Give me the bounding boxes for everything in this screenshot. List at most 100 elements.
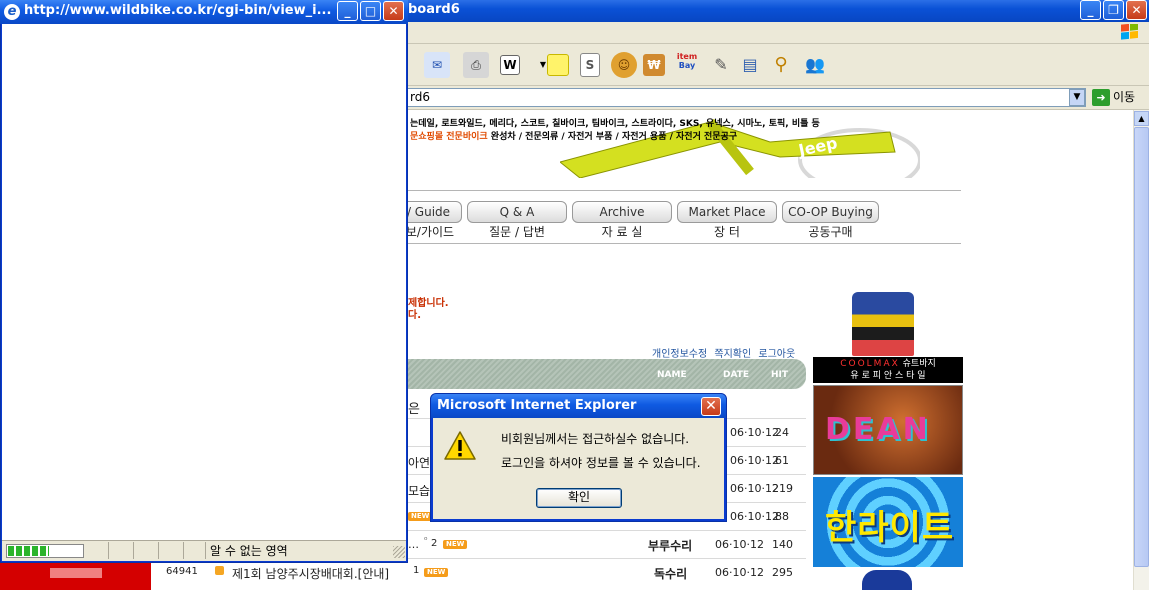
row-date: 06·10·12: [730, 426, 779, 439]
divider: [406, 190, 961, 191]
address-dropdown-button[interactable]: ▼: [1069, 89, 1085, 106]
nav-guide-sub[interactable]: 보/가이드: [400, 223, 460, 240]
row-date: 06·10·12: [715, 566, 764, 579]
row-title[interactable]: …: [408, 538, 419, 551]
row-date: 06·10·12: [730, 454, 779, 467]
popup-maximize-button[interactable]: □: [360, 1, 381, 21]
row-hit: 24: [775, 426, 789, 439]
coolmax-ad[interactable]: COOLMAX 슈트바지 유 로 피 안 스 타 일: [813, 357, 963, 383]
alert-message-line-1: 비회원님께서는 접근하실수 없습니다.: [501, 432, 690, 446]
main-window-title: board6: [408, 2, 460, 17]
row-title[interactable]: 은: [408, 398, 420, 417]
row-author[interactable]: 부루수리: [648, 537, 692, 554]
alert-close-button[interactable]: ✕: [701, 397, 721, 416]
windows-logo-icon: [1121, 24, 1138, 40]
header-name: NAME: [657, 370, 687, 380]
nav-archive-button[interactable]: Archive: [572, 201, 672, 223]
nav-archive-sub[interactable]: 자 료 실: [572, 223, 672, 240]
coolmax-sub: 유 로 피 안 스 타 일: [850, 371, 926, 381]
go-button[interactable]: ➜ 이동: [1092, 88, 1146, 107]
row-divider: [406, 530, 806, 531]
alert-title: Microsoft Internet Explorer: [437, 398, 637, 413]
bottom-ad-image[interactable]: [862, 570, 912, 590]
warning-icon: [444, 431, 476, 460]
nav-market-sub[interactable]: 장 터: [677, 223, 777, 240]
row-title[interactable]: 모습: [408, 482, 430, 499]
popup-content: [2, 24, 406, 540]
status-separator: [205, 542, 206, 559]
nav-coop-button[interactable]: CO-OP Buying: [782, 201, 879, 223]
post-icon: [215, 566, 224, 575]
status-separator: [183, 542, 184, 559]
security-zone-text: 알 수 없는 영역: [210, 544, 288, 558]
won-icon[interactable]: ₩: [643, 54, 665, 76]
popup-close-button[interactable]: ✕: [383, 1, 404, 21]
status-separator: [133, 542, 134, 559]
coolmax-brand: COOLMAX: [840, 359, 900, 369]
popup-minimize-button[interactable]: _: [337, 1, 358, 21]
go-arrow-icon: ➜: [1092, 89, 1110, 106]
close-button[interactable]: ✕: [1126, 0, 1147, 20]
popup-title: http://www.wildbike.co.kr/cgi-bin/view_i…: [24, 3, 332, 18]
row-hit: 88: [775, 510, 789, 523]
row-hit: 295: [772, 566, 793, 579]
nav-coop-sub[interactable]: 공동구매: [782, 223, 879, 240]
dean-ad-logo: DEAN: [825, 412, 931, 447]
banner-category-text: 완성차 / 전문의류 / 자전거 부품 / 자전거 용품 / 자전거 전문공구: [487, 132, 738, 142]
nav-qna-sub[interactable]: 질문 / 답변: [467, 223, 567, 240]
row-date: 06·10·12: [730, 510, 779, 523]
banner-shop-label: 문쇼핑몰 전문바이크: [410, 132, 488, 142]
row-hit: 140: [772, 538, 793, 551]
header-hit: HIT: [771, 370, 789, 380]
progress-bar: [6, 544, 84, 558]
pen-icon[interactable]: ✎: [708, 52, 734, 78]
nav-market-button[interactable]: Market Place: [677, 201, 777, 223]
new-badge: NEW: [443, 540, 468, 549]
address-input[interactable]: rd6: [406, 88, 1086, 107]
messenger-icon[interactable]: 👥: [802, 52, 828, 78]
notice-line-2: 다.: [408, 310, 421, 321]
row-hit: 219: [772, 482, 793, 495]
scroll-thumb[interactable]: [1134, 127, 1149, 567]
minimize-button[interactable]: _: [1080, 0, 1101, 20]
svg-text:Jeep: Jeep: [796, 133, 839, 160]
banner-category-list: 문쇼핑몰 전문바이크 완성차 / 전문의류 / 자전거 부품 / 자전거 용품 …: [410, 129, 737, 142]
resize-grip[interactable]: [393, 546, 405, 558]
row-comments: 2: [431, 538, 438, 549]
s-document-icon[interactable]: S: [580, 53, 600, 77]
row-author[interactable]: 독수리: [654, 565, 687, 582]
itembay-icon[interactable]: item Bay: [674, 52, 700, 78]
go-label: 이동: [1113, 90, 1136, 104]
red-banner-inner: [50, 568, 102, 578]
nav-qna-button[interactable]: Q & A: [467, 201, 567, 223]
comment-icon: ᵒ: [424, 536, 428, 546]
header-date: DATE: [723, 370, 750, 380]
progress-fill: [8, 546, 49, 556]
row-divider: [406, 558, 806, 559]
new-badge: NEW: [424, 568, 449, 577]
word-icon[interactable]: W: [500, 55, 520, 75]
rider-ad-image[interactable]: [852, 292, 914, 356]
row-number: 64941: [166, 566, 198, 577]
ie-icon: e: [4, 4, 20, 20]
mail-icon[interactable]: ✉: [424, 52, 450, 78]
ok-button[interactable]: 확인: [536, 488, 622, 508]
print-icon[interactable]: ⎙: [463, 52, 489, 78]
status-separator: [158, 542, 159, 559]
banner-brand-list: 는데일, 로트와일드, 메리다, 스코트, 칠바이크, 팀바이크, 스트라이다,…: [410, 119, 820, 129]
restore-button[interactable]: ❐: [1103, 0, 1124, 20]
monkey-icon[interactable]: ☺: [611, 52, 637, 78]
new-badge: NEW: [408, 512, 433, 521]
scroll-up-button[interactable]: ▲: [1134, 111, 1149, 126]
alert-message-line-2: 로그인을 하셔야 정보를 볼 수 있습니다.: [501, 456, 701, 470]
user-links: 개인정보수정 쪽지확인 로그아웃: [652, 345, 795, 360]
note-icon[interactable]: [547, 54, 569, 76]
hanlite-ad-logo: 한라이트: [825, 508, 955, 548]
divider: [406, 243, 961, 244]
coolmax-label: 슈트바지: [902, 359, 936, 369]
magnifier-icon[interactable]: ⚲: [768, 52, 794, 78]
status-separator: [108, 542, 109, 559]
research-icon[interactable]: ▤: [737, 52, 763, 78]
row-title[interactable]: 제1회 남양주시장배대회.[안내]: [232, 565, 389, 582]
row-hit: 61: [775, 454, 789, 467]
